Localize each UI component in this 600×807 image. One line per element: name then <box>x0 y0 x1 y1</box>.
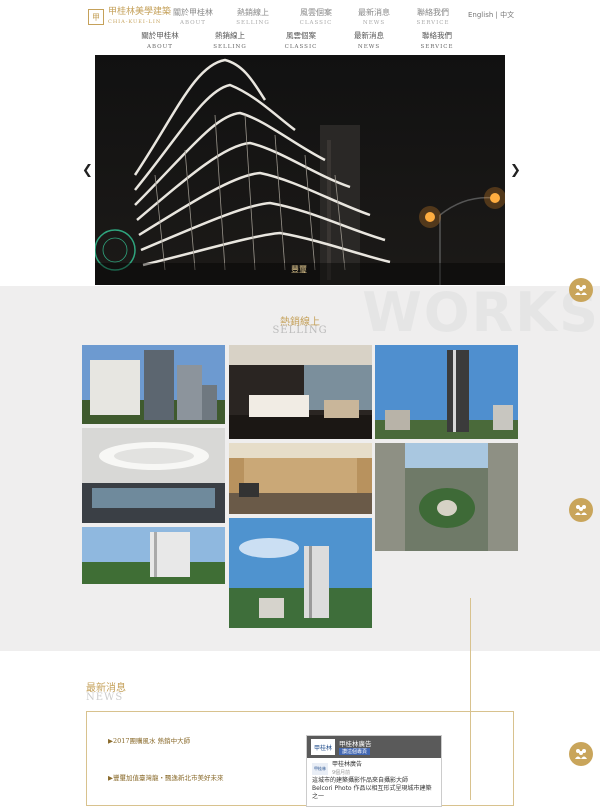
fb-post-time: 9個月前 <box>332 770 351 776</box>
project-thumb-6[interactable] <box>375 443 518 551</box>
logo-mark-icon: 甲 <box>88 9 104 25</box>
project-thumb-7[interactable] <box>82 527 225 584</box>
fb-post-avatar: 甲桂林 <box>312 763 328 775</box>
fb-post-text-2: Belcori Photo 作品以相互形式呈現城市建築之一 <box>312 785 432 800</box>
logo[interactable]: 甲 甲桂林美學建築 CHIA-KUEI-LIN <box>88 7 173 26</box>
group-icon[interactable] <box>569 278 593 302</box>
logo-text: 甲桂林美學建築 <box>108 7 172 17</box>
nav-top-classic[interactable]: 風雲個案 CLASSIC <box>296 8 336 28</box>
chevron-right-icon[interactable]: ❯ <box>510 163 521 178</box>
fb-like-button[interactable]: 讚這個專頁 <box>339 748 371 755</box>
nav-news[interactable]: 最新消息 NEWS <box>339 31 399 52</box>
nav-top-selling[interactable]: 熱銷線上 SELLING <box>233 8 273 28</box>
hero-building-image <box>95 55 505 285</box>
project-thumb-8[interactable] <box>229 518 372 628</box>
project-thumb-1[interactable] <box>82 345 225 424</box>
nav-selling[interactable]: 熱銷線上 SELLING <box>200 31 260 52</box>
selling-title-en: SELLING <box>272 325 328 336</box>
project-thumb-4[interactable] <box>82 428 225 523</box>
project-thumb-3[interactable] <box>375 345 518 439</box>
hero-slide[interactable]: 豐璽 <box>95 55 505 285</box>
facebook-widget[interactable]: 甲桂林 甲桂林廣告 讚這個專頁 甲桂林 甲桂林廣告 9個月前 這城市的建築攝影作… <box>306 735 442 807</box>
nav-top-news[interactable]: 最新消息 NEWS <box>354 8 394 28</box>
chevron-left-icon[interactable]: ❮ <box>82 163 93 178</box>
hero-caption: 豐璽 <box>291 265 307 274</box>
language-switch[interactable]: English | 中文 <box>468 10 514 20</box>
fb-page-name[interactable]: 甲桂林廣告 <box>339 738 372 748</box>
news-item-2[interactable]: ▶豐璽加值臺灣龍・飄逸新北市美好未來 <box>108 772 224 782</box>
fb-post-text: 這城市的建築攝影作品來自攝影大師 <box>312 777 409 784</box>
logo-subtext: CHIA-KUEI-LIN <box>108 19 162 25</box>
nav-classic[interactable]: 風雲個案 CLASSIC <box>271 31 331 52</box>
nav-top-about[interactable]: 關於甲桂林 ABOUT <box>173 8 213 28</box>
group-icon[interactable] <box>569 498 593 522</box>
news-title-en: NEWS <box>86 692 124 703</box>
fb-post-name[interactable]: 甲桂林廣告 <box>332 761 362 769</box>
news-box <box>86 711 514 806</box>
project-thumb-2[interactable] <box>229 345 372 439</box>
news-item-1[interactable]: ▶2017團購風水 熱銷中大師 <box>108 735 190 745</box>
project-thumb-5[interactable] <box>229 443 372 514</box>
fb-page-logo: 甲桂林 <box>311 739 335 755</box>
nav-top-service[interactable]: 聯絡我們 SERVICE <box>413 8 453 28</box>
works-bg-text: WORKS <box>362 281 600 344</box>
nav-service[interactable]: 聯絡我們 SERVICE <box>407 31 467 52</box>
nav-about[interactable]: 關於甲桂林 ABOUT <box>130 31 190 52</box>
group-icon[interactable] <box>569 742 593 766</box>
